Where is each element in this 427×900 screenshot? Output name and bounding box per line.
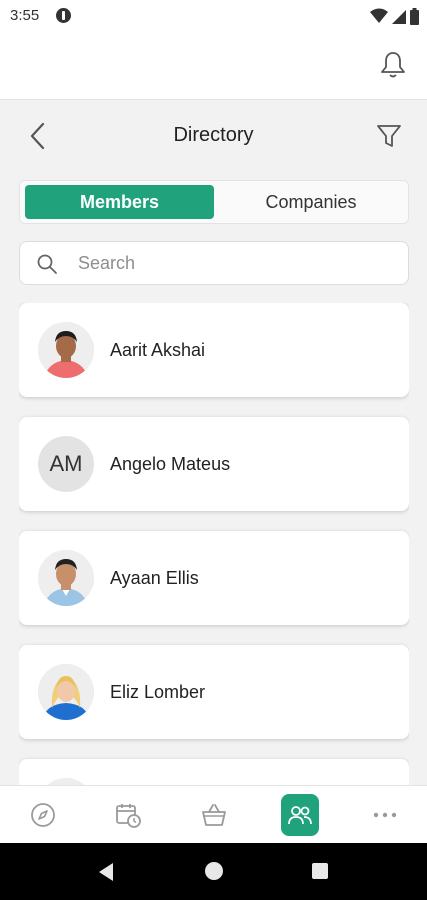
member-card[interactable]: Eliz Lomber [19, 645, 409, 739]
avatar [38, 664, 94, 720]
avatar: AM [38, 436, 94, 492]
member-photo [38, 550, 94, 606]
signal-icon [392, 10, 406, 24]
member-photo [38, 778, 94, 785]
member-name: Ayaan Ellis [110, 568, 199, 588]
bottom-nav [0, 785, 427, 843]
people-icon [288, 806, 312, 825]
member-photo [38, 664, 94, 720]
system-nav-bar [0, 843, 427, 900]
member-card[interactable]: Aarit Akshai [19, 303, 409, 397]
nav-item-marketplace[interactable] [195, 794, 233, 836]
system-back-icon[interactable] [97, 862, 115, 882]
member-card[interactable]: Ayaan Ellis [19, 531, 409, 625]
search-icon [37, 254, 57, 274]
filter-icon[interactable] [375, 121, 403, 151]
avatar-initials: AM [49, 451, 83, 476]
tab-members[interactable]: Members [25, 185, 214, 219]
do-not-disturb-icon [56, 8, 71, 23]
page-title: Directory [173, 124, 254, 146]
search-input[interactable] [78, 250, 388, 276]
member-card[interactable]: AM Angelo Mateus [19, 417, 409, 511]
wifi-icon [370, 8, 388, 23]
nav-item-directory[interactable] [281, 794, 319, 836]
nav-item-events[interactable] [109, 794, 147, 836]
member-photo [38, 322, 94, 378]
directory-tabs: Members Companies [19, 180, 409, 224]
status-bar: 3:55 [0, 0, 427, 32]
calendar-clock-icon [116, 804, 141, 828]
member-list: Aarit Akshai AM Angelo Mateus Ayaan Elli… [19, 303, 409, 785]
tab-companies[interactable]: Companies [218, 185, 404, 219]
nav-item-explore[interactable] [24, 794, 62, 836]
basket-icon [202, 804, 226, 826]
system-home-icon[interactable] [205, 862, 223, 880]
avatar [38, 550, 94, 606]
bell-icon[interactable] [379, 50, 407, 80]
avatar [38, 322, 94, 378]
compass-icon [31, 803, 55, 827]
member-name: Eliz Lomber [110, 682, 206, 702]
system-recents-icon[interactable] [312, 863, 328, 879]
member-name: Aarit Akshai [110, 340, 206, 360]
nav-item-more[interactable] [366, 794, 404, 836]
member-card[interactable] [19, 759, 409, 785]
search-box [19, 241, 409, 285]
battery-icon [410, 7, 419, 25]
status-icons [370, 6, 419, 26]
member-name: Angelo Mateus [110, 454, 231, 474]
app-bar [0, 32, 427, 100]
page-header: Directory [0, 108, 427, 164]
more-icon [373, 812, 397, 818]
status-time: 3:55 [10, 7, 40, 24]
avatar [38, 778, 94, 785]
